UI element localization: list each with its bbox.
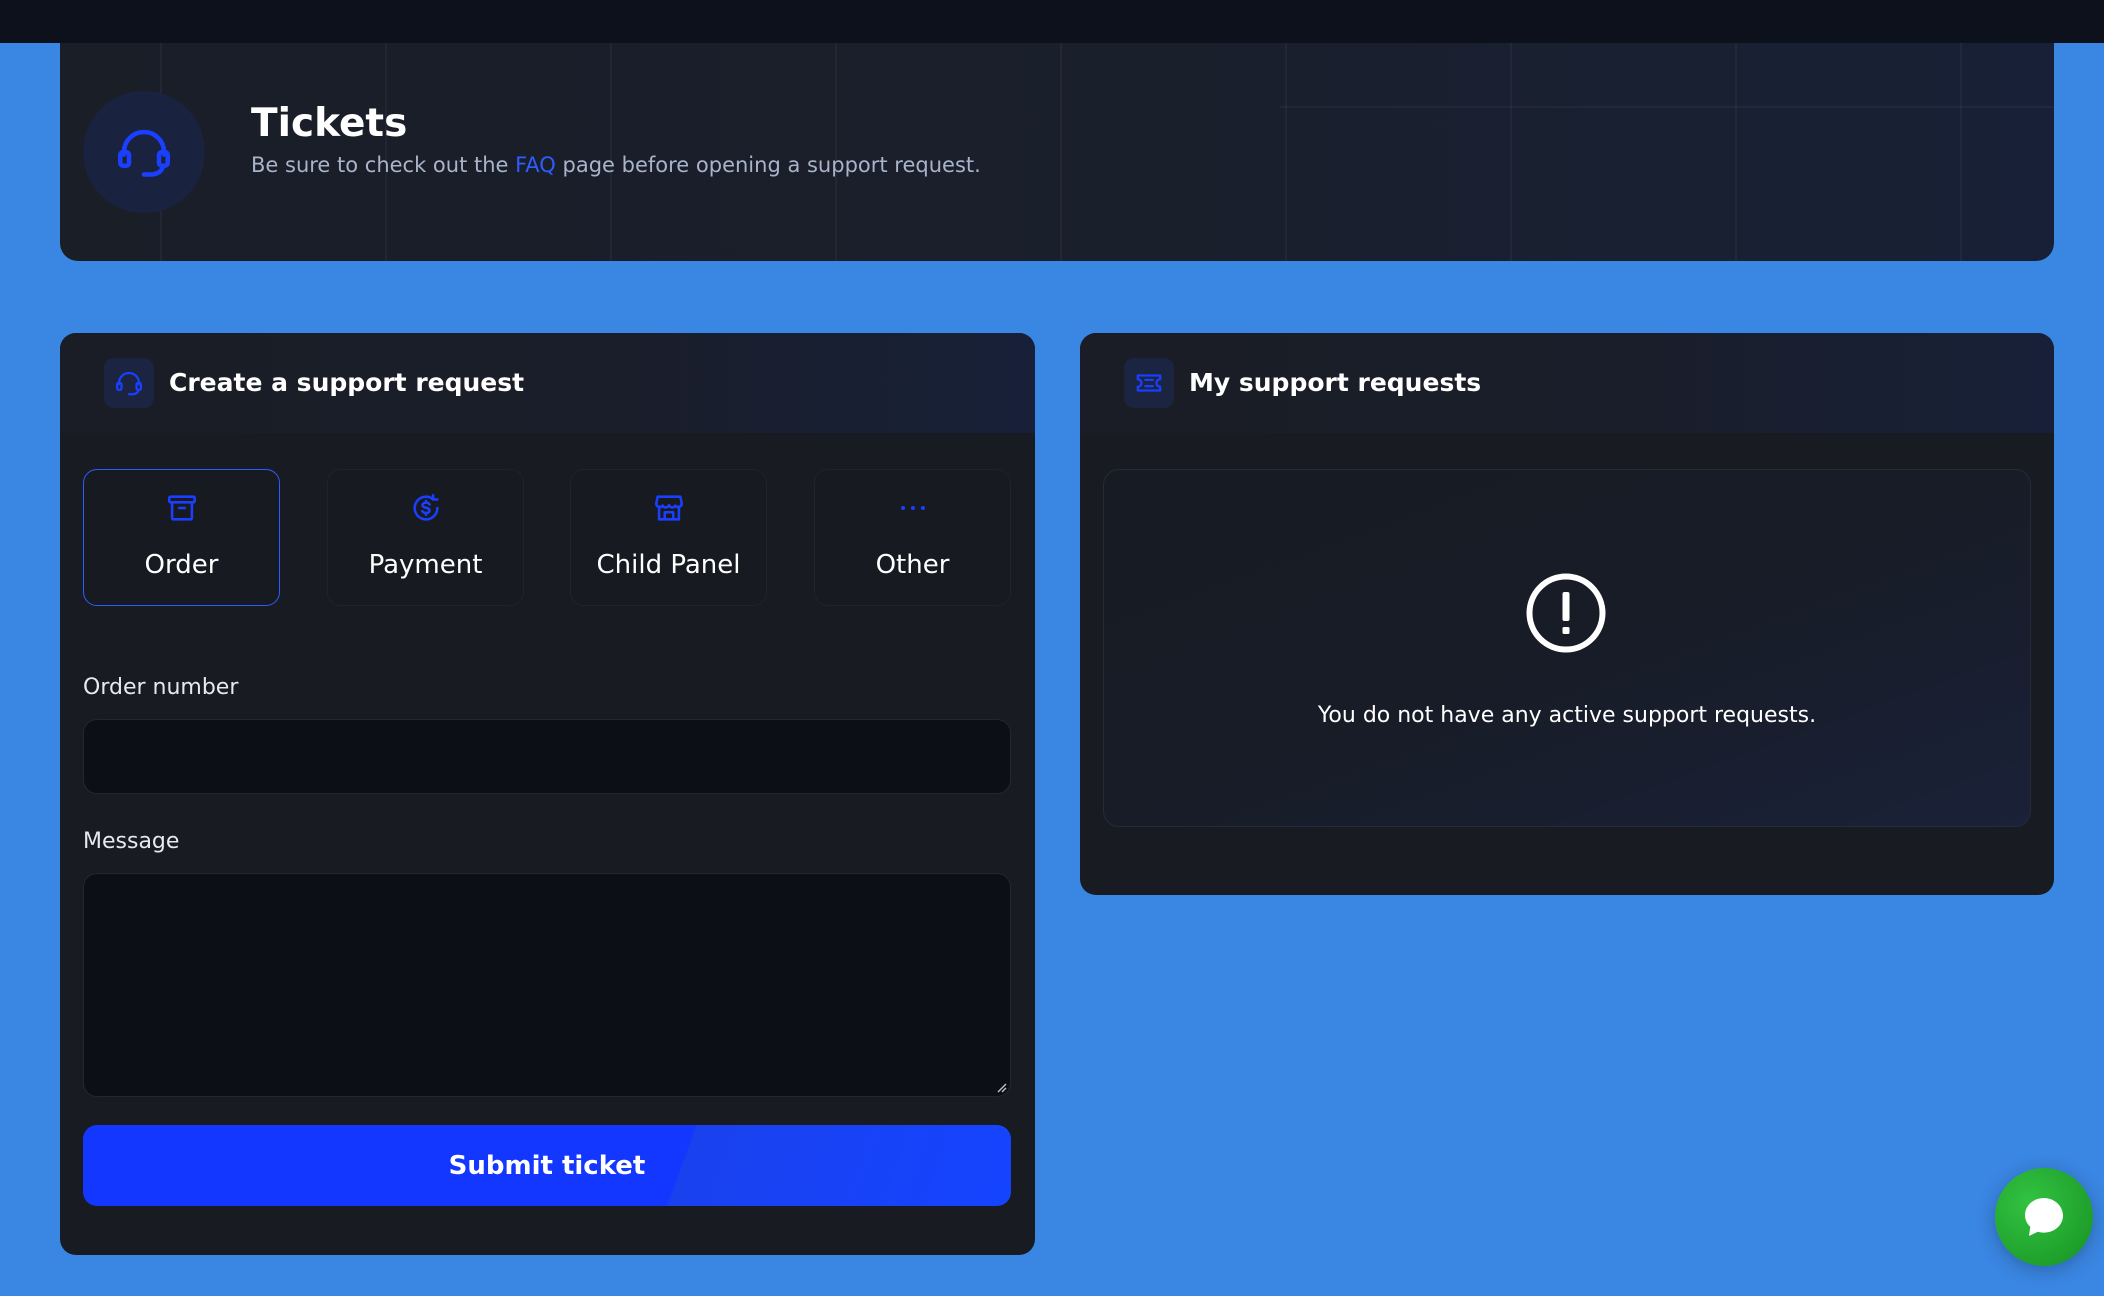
- empty-state-text: You do not have any active support reque…: [1317, 703, 1817, 728]
- headset-icon: [104, 358, 154, 408]
- category-label: Payment: [368, 550, 483, 580]
- category-order-button[interactable]: Order: [83, 469, 280, 606]
- message-textarea[interactable]: [83, 873, 1011, 1097]
- my-support-requests-card: My support requests You do not have any …: [1080, 333, 2054, 895]
- card-header: Create a support request: [60, 333, 1035, 433]
- message-textarea-wrap: [83, 873, 1011, 1097]
- card-title: Create a support request: [169, 368, 525, 397]
- category-payment-button[interactable]: Payment: [327, 469, 524, 606]
- order-number-input[interactable]: [83, 719, 1011, 794]
- banner-line-decoration: [1280, 106, 2054, 108]
- archive-box-icon: [165, 490, 199, 526]
- category-label: Child Panel: [596, 550, 741, 580]
- category-child-panel-button[interactable]: Child Panel: [570, 469, 767, 606]
- banner-grid-decoration: [60, 43, 2054, 261]
- card-title: My support requests: [1189, 368, 1482, 397]
- dollar-refresh-icon: [409, 490, 443, 526]
- tickets-header-banner: Tickets Be sure to check out the FAQ pag…: [60, 43, 2054, 261]
- chat-bubble-icon: [2025, 1198, 2063, 1236]
- ellipsis-icon: [896, 490, 930, 526]
- storefront-icon: [652, 490, 686, 526]
- resize-handle-icon[interactable]: [995, 1081, 1007, 1093]
- create-support-request-card: Create a support request Order Payment C…: [60, 333, 1035, 1255]
- live-chat-button[interactable]: [1995, 1168, 2093, 1266]
- order-number-label: Order number: [83, 675, 239, 700]
- ticket-icon: [1124, 358, 1174, 408]
- page-title: Tickets: [251, 101, 408, 146]
- category-label: Order: [144, 550, 219, 580]
- exclamation-circle-icon: [1526, 573, 1606, 653]
- submit-ticket-button[interactable]: Submit ticket: [83, 1125, 1011, 1206]
- category-other-button[interactable]: Other: [814, 469, 1011, 606]
- top-bar: [0, 0, 2104, 43]
- subtitle-text: Be sure to check out the: [251, 153, 516, 177]
- page-subtitle: Be sure to check out the FAQ page before…: [251, 153, 981, 177]
- faq-link[interactable]: FAQ: [515, 153, 556, 177]
- headset-icon: [83, 91, 205, 213]
- message-label: Message: [83, 829, 180, 854]
- subtitle-text-end: page before opening a support request.: [555, 153, 981, 177]
- card-header: My support requests: [1080, 333, 2054, 433]
- category-label: Other: [875, 550, 950, 580]
- empty-state: You do not have any active support reque…: [1103, 469, 2031, 827]
